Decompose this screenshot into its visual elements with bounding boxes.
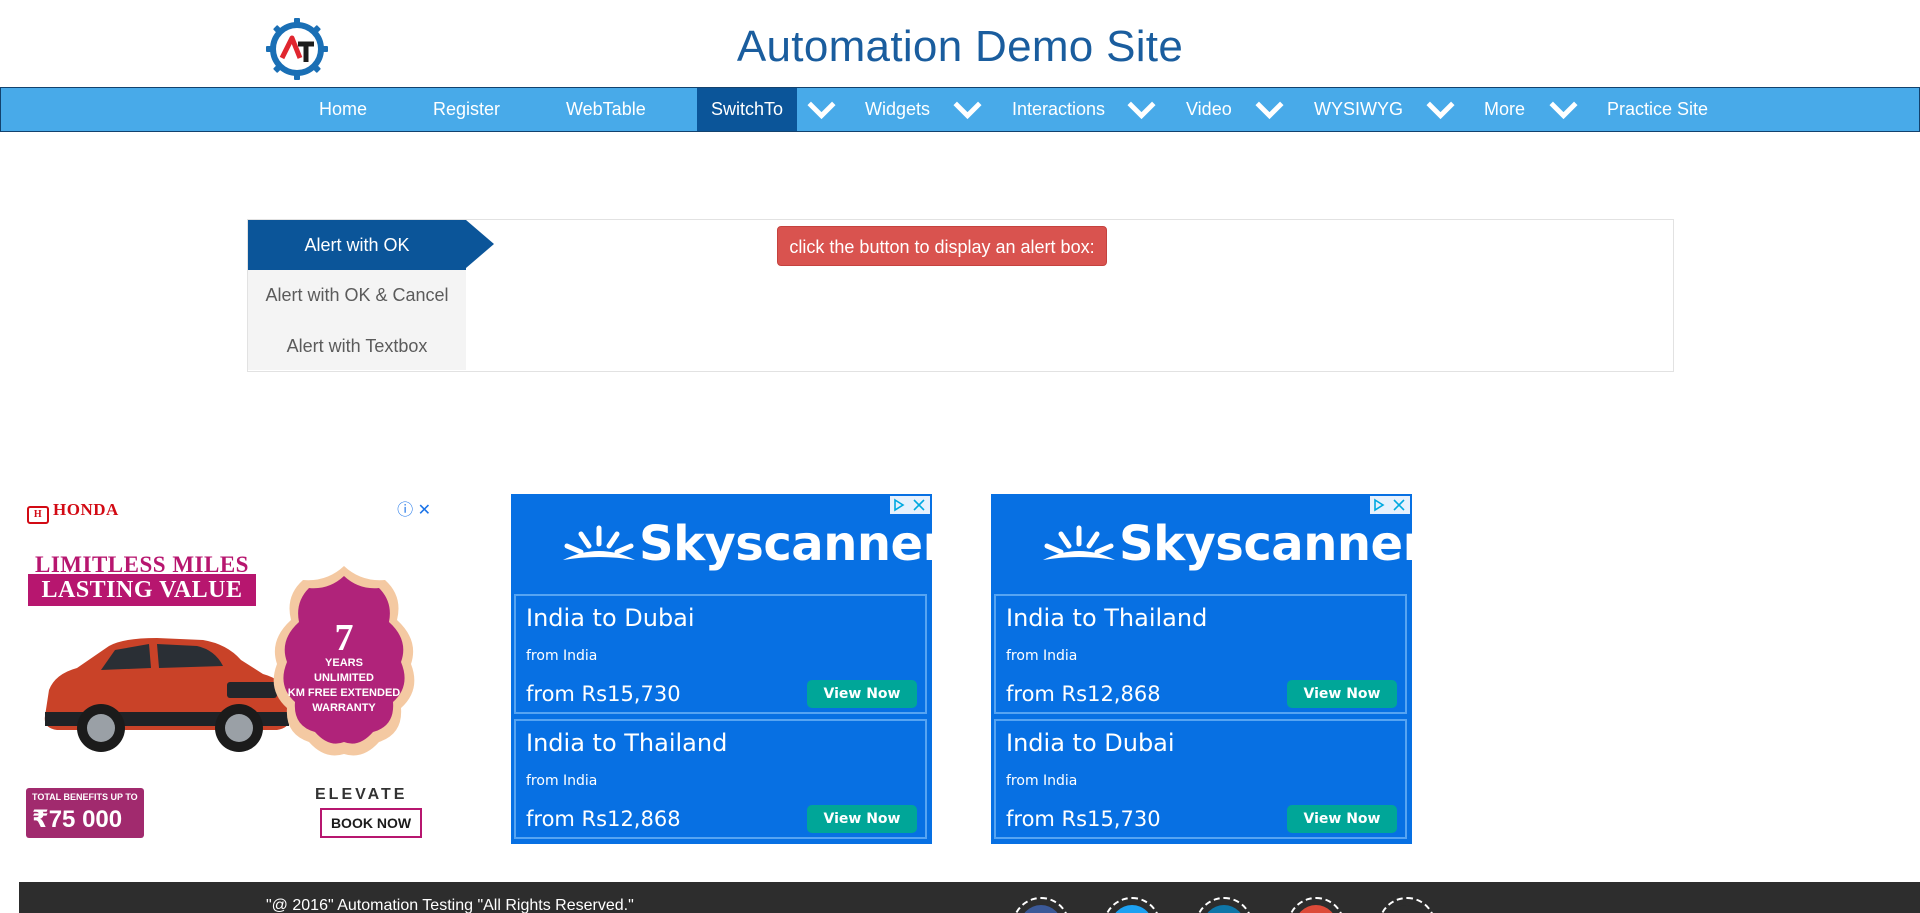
- social-icon[interactable]: [1378, 897, 1436, 913]
- nav-interactions[interactable]: Interactions: [1012, 88, 1122, 131]
- warranty-line-4: WARRANTY: [312, 702, 376, 714]
- warranty-line-1: YEARS: [325, 657, 363, 669]
- skyscanner-logo-icon: [1043, 525, 1115, 560]
- car-image: [44, 638, 289, 752]
- skyscanner-logo-icon: [563, 525, 635, 560]
- deal-card[interactable]: India to Thailand from India from Rs12,8…: [514, 719, 927, 839]
- skyscanner-brand: Skyscanner: [639, 516, 946, 572]
- deal-price: from Rs12,868: [526, 807, 681, 831]
- deal-route: India to Thailand: [526, 729, 728, 757]
- display-alert-button[interactable]: click the button to display an alert box…: [777, 226, 1107, 266]
- chevron-down-icon[interactable]: [946, 88, 989, 131]
- chevron-down-icon[interactable]: [800, 88, 843, 131]
- deal-card[interactable]: India to Dubai from India from Rs15,730 …: [514, 594, 927, 714]
- nav-register-label: Register: [433, 99, 501, 119]
- deal-origin: from India: [1006, 648, 1078, 664]
- nav-webtable[interactable]: WebTable: [566, 88, 666, 131]
- ad-choices-close[interactable]: ⓘ ✕: [397, 496, 431, 520]
- google-plus-icon[interactable]: [1287, 897, 1345, 913]
- deal-route: India to Thailand: [1006, 604, 1208, 632]
- honda-brand: H HONDA: [27, 500, 119, 524]
- active-tab-arrow: [466, 220, 494, 268]
- nav-more-label: More: [1484, 99, 1526, 119]
- deal-origin: from India: [526, 773, 598, 789]
- benefits-value: ₹75 000: [32, 806, 123, 833]
- skyscanner-ad-2[interactable]: Skyscanner India to Thailand from India …: [991, 494, 1426, 844]
- nav-wysiwyg[interactable]: WYSIWYG: [1314, 88, 1414, 131]
- nav-home-label: Home: [319, 99, 368, 119]
- nav-webtable-label: WebTable: [566, 99, 646, 119]
- footer-copyright: "@ 2016" Automation Testing "All Rights …: [266, 897, 634, 913]
- chevron-down-icon[interactable]: [1419, 88, 1462, 131]
- footer: "@ 2016" Automation Testing "All Rights …: [19, 882, 1920, 913]
- nav-more[interactable]: More: [1484, 88, 1544, 131]
- view-now-button[interactable]: View Now: [1287, 680, 1397, 708]
- info-icon[interactable]: ⓘ: [397, 502, 413, 519]
- facebook-icon[interactable]: [1012, 897, 1070, 913]
- nav-video[interactable]: Video: [1186, 88, 1256, 131]
- deal-card[interactable]: India to Dubai from India from Rs15,730 …: [994, 719, 1407, 839]
- deal-route: India to Dubai: [1006, 729, 1175, 757]
- deal-origin: from India: [526, 648, 598, 664]
- nav-home[interactable]: Home: [319, 88, 407, 131]
- nav-widgets-label: Widgets: [865, 99, 931, 119]
- tab-alert-ok-cancel[interactable]: Alert with OK & Cancel: [248, 270, 466, 320]
- chevron-down-icon[interactable]: [1248, 88, 1291, 131]
- honda-brand-label: HONDA: [53, 500, 119, 519]
- deal-card[interactable]: India to Thailand from India from Rs12,8…: [994, 594, 1407, 714]
- deal-price: from Rs15,730: [1006, 807, 1161, 831]
- close-icon[interactable]: ✕: [418, 502, 431, 519]
- nav-video-label: Video: [1186, 99, 1232, 119]
- chevron-down-icon[interactable]: [1120, 88, 1163, 131]
- honda-headline-2: LASTING VALUE: [28, 574, 256, 606]
- site-title: Automation Demo Site: [736, 22, 1184, 71]
- nav-widgets[interactable]: Widgets: [865, 88, 955, 131]
- tab-alert-textbox[interactable]: Alert with Textbox: [248, 321, 466, 371]
- deal-origin: from India: [1006, 773, 1078, 789]
- ad-choices-icon[interactable]: [1370, 496, 1410, 514]
- nav-register[interactable]: Register: [433, 88, 523, 131]
- tab-alert-ok[interactable]: Alert with OK: [248, 220, 466, 270]
- nav-wysiwyg-label: WYSIWYG: [1314, 99, 1403, 119]
- warranty-text: 7 YEARS UNLIMITED KM FREE EXTENDED WARRA…: [265, 617, 423, 716]
- nav-practice-site[interactable]: Practice Site: [1607, 88, 1717, 131]
- book-now-button[interactable]: BOOK NOW: [320, 808, 422, 838]
- nav-practice-site-label: Practice Site: [1607, 99, 1709, 119]
- ad-choices-icon[interactable]: [890, 496, 930, 514]
- nav-switchto-label: SwitchTo: [711, 99, 784, 119]
- nav-interactions-label: Interactions: [1012, 99, 1106, 119]
- chevron-down-icon[interactable]: [1542, 88, 1585, 131]
- linkedin-icon[interactable]: [1195, 897, 1253, 913]
- twitter-icon[interactable]: [1103, 897, 1161, 913]
- honda-logo-icon: H: [27, 506, 49, 524]
- view-now-button[interactable]: View Now: [807, 805, 917, 833]
- view-now-button[interactable]: View Now: [1287, 805, 1397, 833]
- warranty-line-3: KM FREE EXTENDED: [287, 687, 401, 699]
- honda-ad[interactable]: H HONDA ⓘ ✕ LIMITLESS MILES LASTING VALUE…: [19, 494, 439, 844]
- benefits-label: TOTAL BENEFITS UP TO: [32, 792, 138, 802]
- nav-switchto[interactable]: SwitchTo: [697, 88, 797, 131]
- deal-price: from Rs12,868: [1006, 682, 1161, 706]
- honda-model: ELEVATE: [315, 786, 408, 803]
- main-navbar: Home Register WebTable SwitchTo Widgets …: [0, 87, 1920, 132]
- warranty-years: 7: [334, 617, 354, 659]
- skyscanner-ad-1[interactable]: Skyscanner India to Dubai from India fro…: [511, 494, 946, 844]
- warranty-line-2: UNLIMITED: [314, 672, 374, 684]
- benefits-box: TOTAL BENEFITS UP TO ₹75 000: [26, 788, 144, 838]
- deal-route: India to Dubai: [526, 604, 695, 632]
- view-now-button[interactable]: View Now: [807, 680, 917, 708]
- deal-price: from Rs15,730: [526, 682, 681, 706]
- skyscanner-brand: Skyscanner: [1119, 516, 1426, 572]
